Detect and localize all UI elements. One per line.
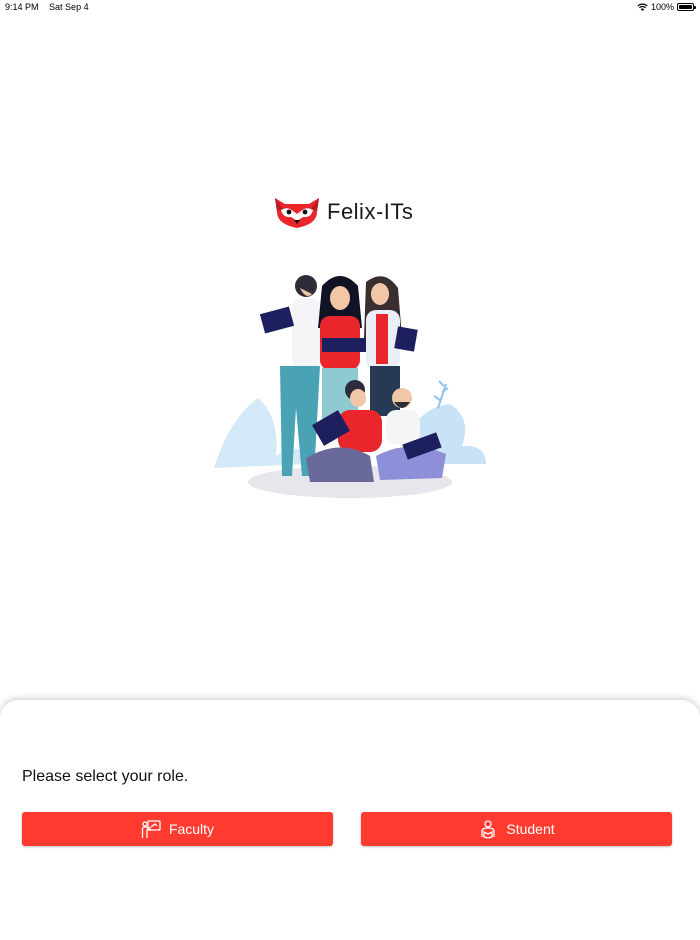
status-bar: 9:14 PM Sat Sep 4 100% [0, 0, 700, 14]
faculty-button-label: Faculty [168, 821, 215, 837]
status-left: 9:14 PM Sat Sep 4 [5, 0, 97, 14]
student-icon [478, 819, 498, 839]
battery-icon [677, 3, 696, 11]
wifi-icon [637, 3, 648, 11]
status-right: 100% [637, 0, 696, 14]
battery-percent: 100% [650, 2, 674, 12]
brand-logo: Felix-ITs [273, 194, 413, 230]
student-button-label: Student [506, 821, 555, 837]
role-prompt: Please select your role. [22, 768, 189, 785]
role-selection-sheet: Please select your role. Faculty Student [0, 700, 700, 940]
raccoon-logo-icon [275, 198, 319, 228]
faculty-button[interactable]: Faculty [22, 812, 333, 846]
brand-name: Felix-ITs [327, 199, 414, 224]
teacher-icon [141, 819, 161, 839]
people-reading-books-illustration [214, 275, 486, 498]
student-button[interactable]: Student [361, 812, 672, 846]
battery-fill [679, 5, 692, 9]
status-time: 9:14 PM [5, 2, 39, 12]
status-date: Sat Sep 4 [49, 2, 89, 12]
